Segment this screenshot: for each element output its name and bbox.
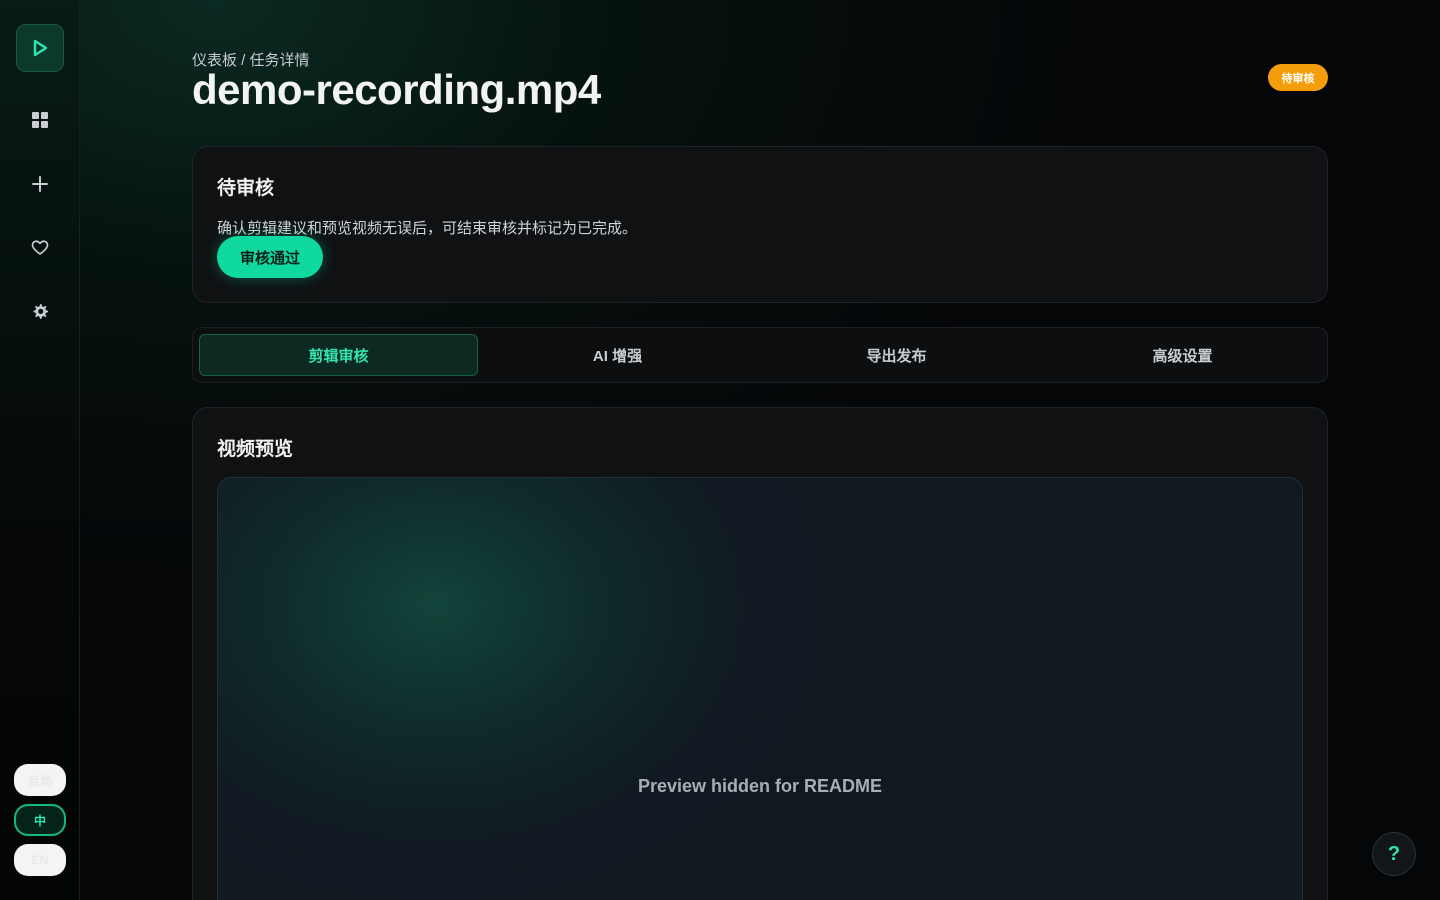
nav-dashboard[interactable]	[20, 100, 60, 140]
tab-export-publish[interactable]: 导出发布	[757, 334, 1036, 376]
sidebar: 自动 中 EN	[0, 0, 80, 900]
page-title: demo-recording.mp4	[192, 66, 601, 113]
heart-icon	[31, 240, 49, 255]
question-mark-icon: ?	[1387, 842, 1401, 865]
dashboard-grid-icon	[32, 112, 48, 128]
logo-button[interactable]	[16, 24, 64, 72]
tab-ai-enhance[interactable]: AI 增强	[478, 334, 757, 376]
tab-advanced-settings[interactable]: 高级设置	[1043, 334, 1322, 376]
preview-placeholder: Preview hidden for README	[637, 776, 883, 796]
nav-favorites[interactable]	[20, 228, 60, 268]
video-player[interactable]: Preview hidden for README	[217, 477, 1303, 900]
language-auto-button[interactable]: 自动	[14, 764, 66, 796]
review-description: 确认剪辑建议和预览视频无误后，可结束审核并标记为已完成。	[217, 220, 638, 237]
tab-edit-review[interactable]: 剪辑审核	[199, 334, 478, 376]
help-button[interactable]: ?	[1372, 832, 1416, 876]
status-badge: 待审核	[1268, 64, 1328, 91]
review-heading: 待审核	[217, 178, 275, 199]
play-icon	[33, 39, 48, 57]
gear-icon	[33, 304, 49, 319]
approve-button[interactable]: 审核通过	[217, 236, 323, 278]
language-en-button[interactable]: EN	[14, 844, 66, 876]
language-zh-button[interactable]: 中	[14, 804, 66, 836]
nav-new-task[interactable]	[20, 164, 60, 204]
review-card: 待审核 确认剪辑建议和预览视频无误后，可结束审核并标记为已完成。 审核通过	[192, 146, 1328, 303]
tab-bar: 剪辑审核 AI 增强 导出发布 高级设置	[192, 327, 1328, 383]
preview-card: 视频预览 Preview hidden for README	[192, 407, 1328, 900]
plus-icon	[32, 176, 48, 192]
nav-settings[interactable]	[20, 292, 60, 332]
preview-heading: 视频预览	[217, 439, 294, 460]
